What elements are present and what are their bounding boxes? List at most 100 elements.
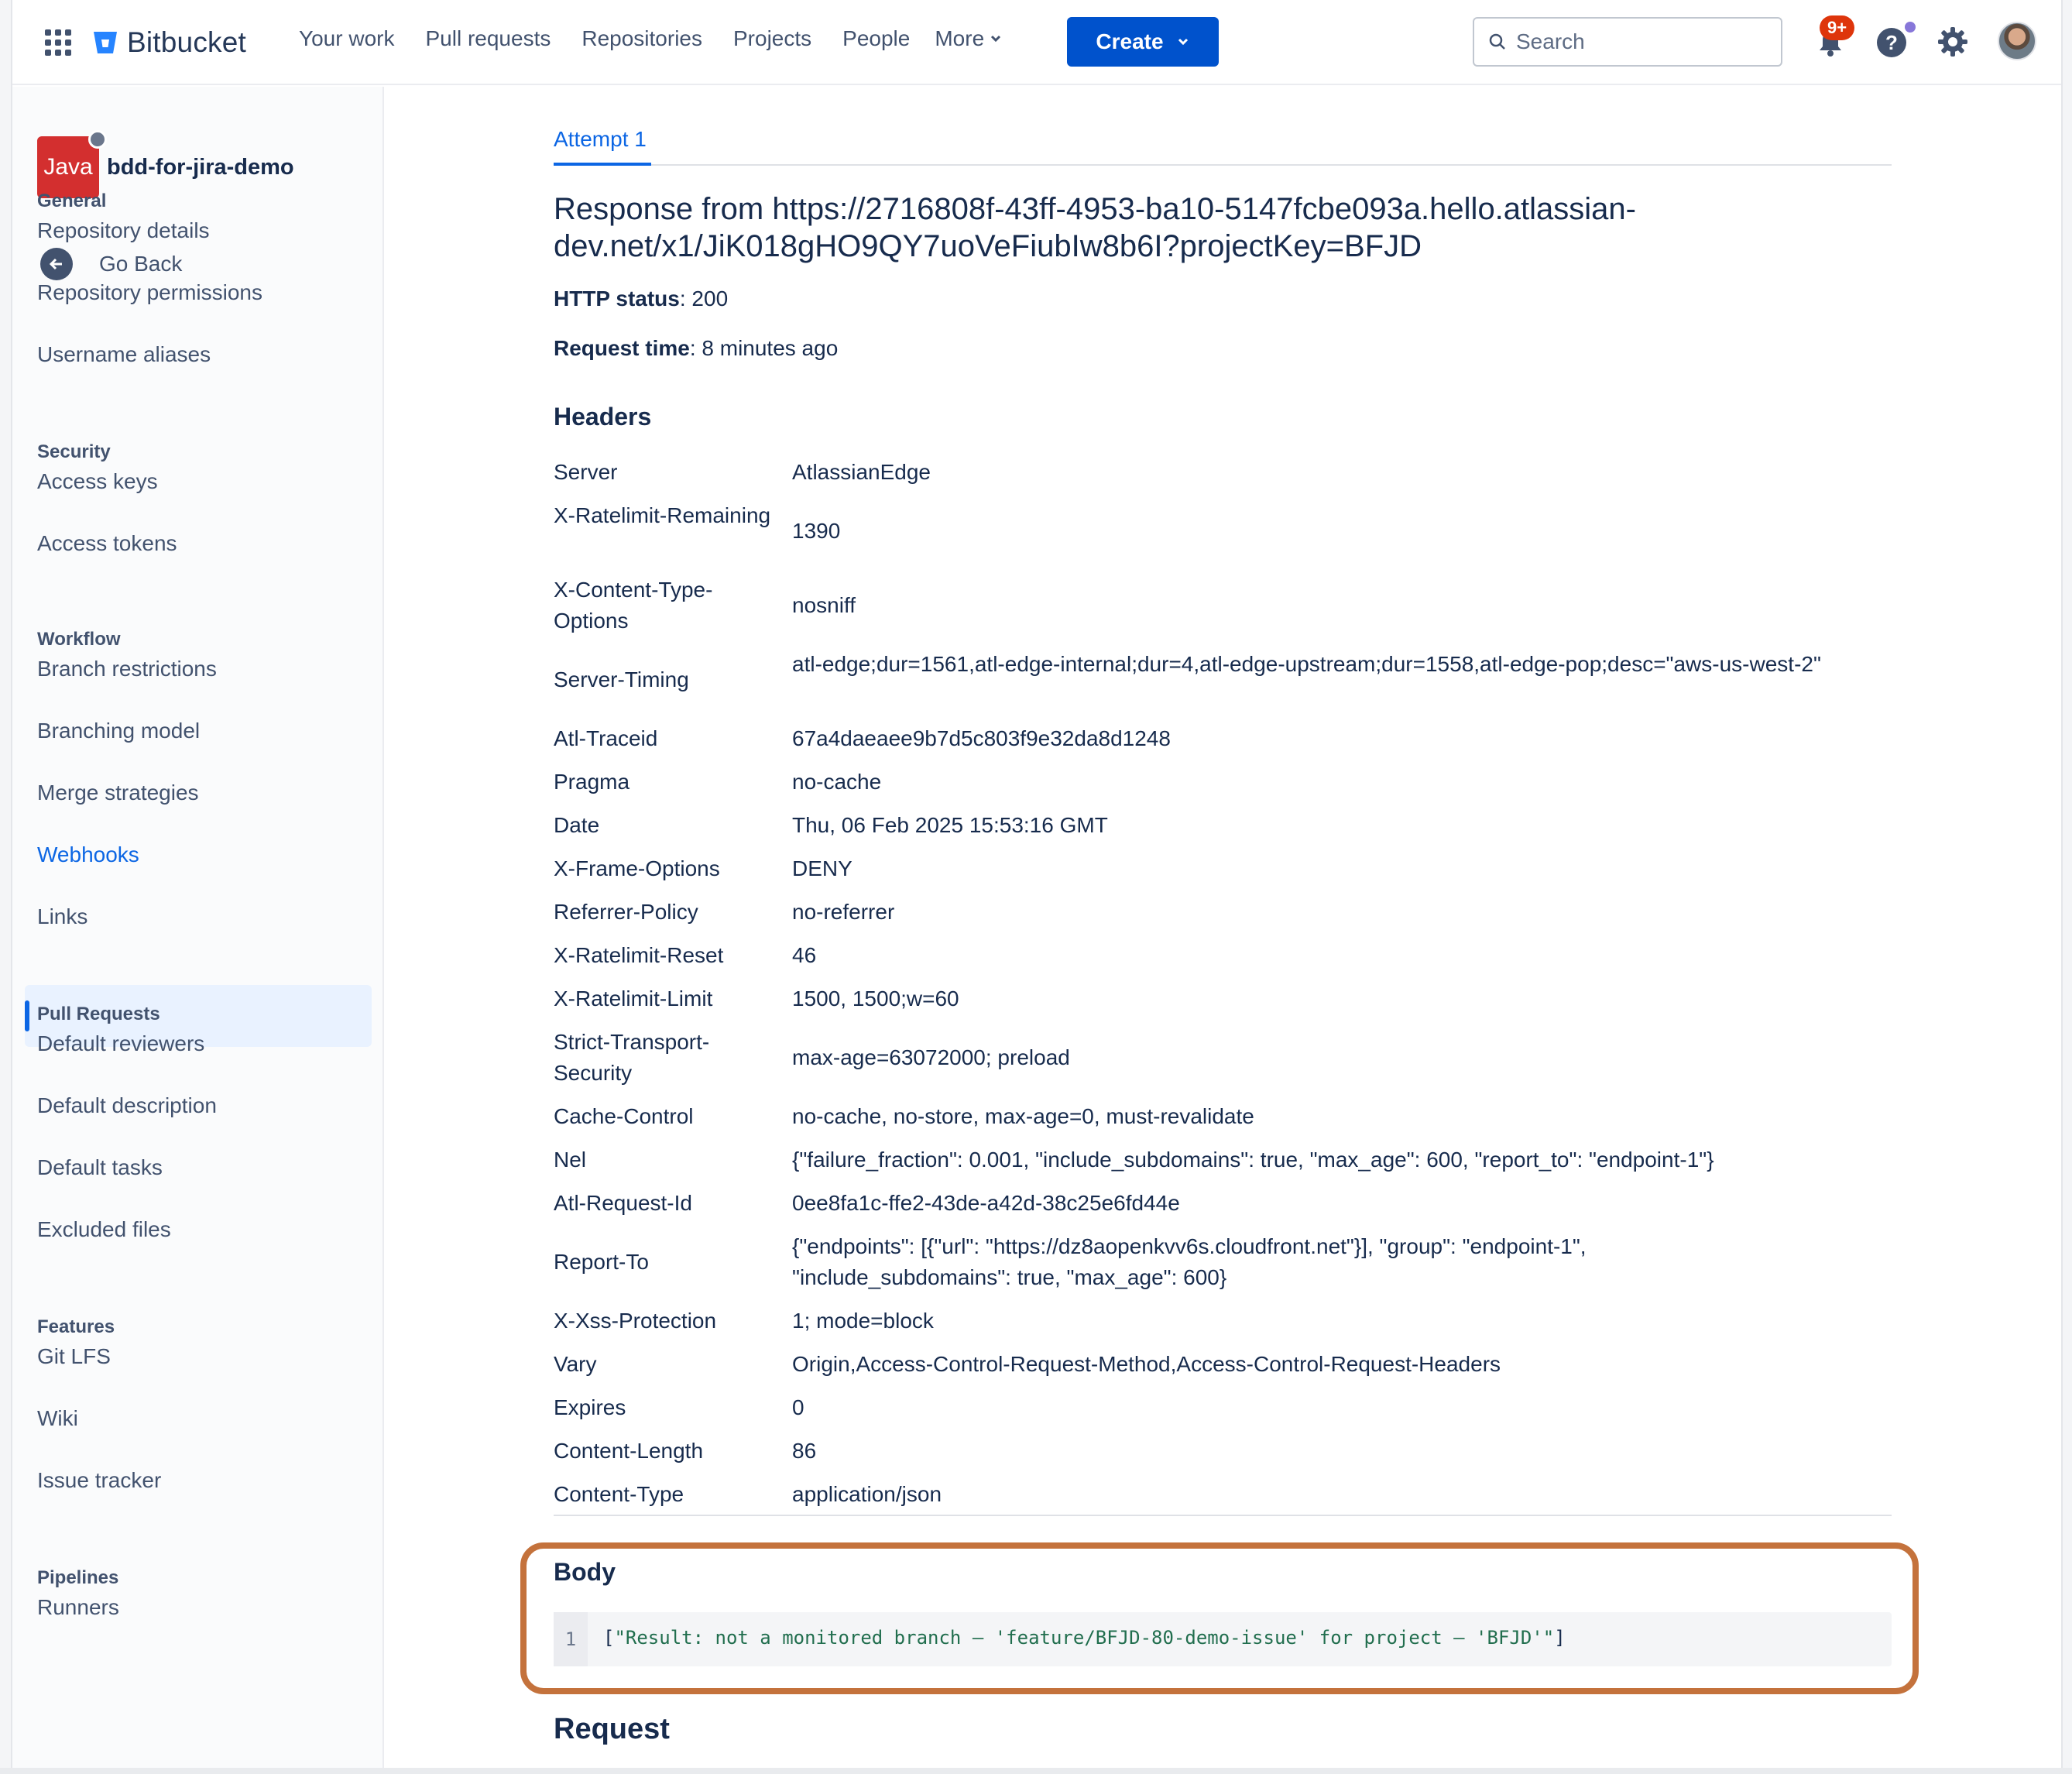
header-key: Atl-Traceid: [554, 726, 658, 750]
code-line: ["Result: not a monitored branch – 'feat…: [603, 1627, 1566, 1649]
sidebar-active-indicator: [25, 1000, 29, 1031]
header-key: Expires: [554, 1395, 626, 1419]
request-title: Request: [554, 1713, 670, 1745]
headers-divider: [554, 1515, 1892, 1516]
nav-repositories[interactable]: Repositories: [581, 26, 702, 51]
sidebar-item-default-description[interactable]: Default description: [37, 1093, 217, 1118]
repo-name: bdd-for-jira-demo: [107, 154, 294, 180]
header-key: Vary: [554, 1352, 597, 1376]
sidebar-item-repository-permissions[interactable]: Repository permissions: [37, 280, 262, 305]
http-status-value: : 200: [679, 287, 729, 311]
create-button[interactable]: Create: [1067, 17, 1219, 67]
header-value: atl-edge;dur=1561,atl-edge-internal;dur=…: [792, 652, 1821, 676]
header-value: AtlassianEdge: [792, 460, 931, 484]
header-key: X-Content-Type-Options: [554, 578, 713, 633]
header-key: X-Xss-Protection: [554, 1309, 717, 1333]
sidebar-item-webhooks[interactable]: Webhooks: [37, 842, 139, 867]
header-value: 1; mode=block: [792, 1309, 934, 1333]
header-key: X-Ratelimit-Remaining: [554, 503, 771, 527]
http-status: HTTP status: 200: [554, 287, 728, 311]
header-value: application/json: [792, 1482, 942, 1506]
create-button-label: Create: [1096, 29, 1164, 53]
sidebar-item-excluded-files[interactable]: Excluded files: [37, 1217, 171, 1242]
nav-projects[interactable]: Projects: [733, 26, 811, 51]
sidebar-item-links[interactable]: Links: [37, 904, 87, 929]
header-key: Report-To: [554, 1250, 649, 1274]
section-title-features: Features: [37, 1316, 115, 1337]
settings-gear-icon[interactable]: [1936, 25, 1970, 59]
header-value: max-age=63072000; preload: [792, 1045, 1070, 1069]
nav-pull-requests[interactable]: Pull requests: [425, 26, 551, 51]
header-key: Nel: [554, 1148, 587, 1172]
section-title-general: General: [37, 190, 107, 211]
bitbucket-logo-icon: [94, 32, 117, 53]
code-bracket-open: [: [603, 1627, 615, 1649]
header-value: 0: [792, 1395, 804, 1419]
code-bracket-close: ]: [1554, 1627, 1566, 1649]
top-navigation: Bitbucket Your work Pull requests Reposi…: [12, 0, 2061, 85]
header-key: X-Ratelimit-Limit: [554, 987, 713, 1011]
go-back-label: Go Back: [99, 252, 183, 276]
response-title-line-2: dev.net/x1/JiK018gHO9QY7uoVeFiubIw8b6I?p…: [554, 229, 1422, 263]
header-value: 46: [792, 943, 817, 967]
header-value: Origin,Access-Control-Request-Method,Acc…: [792, 1352, 1501, 1376]
nav-more-label: More: [935, 26, 985, 50]
sidebar-item-repository-details[interactable]: Repository details: [37, 218, 210, 243]
header-key: Pragma: [554, 770, 630, 794]
chevron-down-icon: [1178, 38, 1188, 46]
webhook-request-detail: Attempt 1 Response from https://2716808f…: [386, 87, 2061, 1774]
window-frame-left: [0, 0, 12, 1774]
line-number: 1: [554, 1612, 588, 1666]
response-title: Response from https://2716808f-43ff-4953…: [554, 190, 1715, 265]
header-value: 0ee8fa1c-ffe2-43de-a42d-38c25e6fd44e: [792, 1191, 1180, 1215]
tab-attempt-1[interactable]: Attempt 1: [554, 127, 647, 152]
header-key: X-Frame-Options: [554, 856, 720, 880]
header-value: no-referrer: [792, 900, 895, 924]
bitbucket-logo[interactable]: Bitbucket: [91, 23, 246, 62]
sidebar-item-branching-model[interactable]: Branching model: [37, 719, 200, 743]
app-switcher-icon[interactable]: [45, 29, 71, 56]
sidebar-item-branch-restrictions[interactable]: Branch restrictions: [37, 657, 217, 681]
sidebar-item-access-tokens[interactable]: Access tokens: [37, 531, 177, 556]
request-time-value: : 8 minutes ago: [689, 336, 839, 360]
header-key: Cache-Control: [554, 1104, 694, 1128]
chevron-down-icon: [991, 35, 1001, 43]
repository-header[interactable]: Java bdd-for-jira-demo: [37, 130, 294, 198]
sidebar-item-merge-strategies[interactable]: Merge strategies: [37, 781, 199, 805]
sidebar-item-issue-tracker[interactable]: Issue tracker: [37, 1468, 161, 1493]
header-key: Content-Type: [554, 1482, 684, 1506]
header-key: Atl-Request-Id: [554, 1191, 692, 1215]
headers-title: Headers: [554, 403, 652, 431]
nav-your-work[interactable]: Your work: [299, 26, 394, 51]
nav-people[interactable]: People: [842, 26, 910, 51]
go-back-button[interactable]: Go Back: [40, 248, 182, 280]
help-icon[interactable]: ?: [1875, 26, 1908, 59]
sidebar-item-git-lfs[interactable]: Git LFS: [37, 1344, 111, 1369]
sidebar-item-wiki[interactable]: Wiki: [37, 1406, 78, 1431]
svg-text:?: ?: [1885, 31, 1898, 54]
settings-sidebar: Java bdd-for-jira-demo Go Back General R…: [12, 87, 384, 1774]
brand-name: Bitbucket: [127, 26, 246, 58]
nav-more-dropdown[interactable]: More: [935, 26, 1003, 51]
sidebar-item-default-reviewers[interactable]: Default reviewers: [37, 1031, 204, 1056]
header-value: Thu, 06 Feb 2025 15:53:16 GMT: [792, 813, 1108, 837]
search-input[interactable]: Search: [1473, 17, 1782, 67]
header-key: Server-Timing: [554, 667, 689, 691]
sidebar-item-runners[interactable]: Runners: [37, 1595, 119, 1620]
help-notification-dot: [1905, 22, 1916, 33]
window-frame-right: [2061, 0, 2072, 1774]
response-body-code[interactable]: 1 ["Result: not a monitored branch – 'fe…: [554, 1612, 1892, 1666]
response-title-line-1: Response from https://2716808f-43ff-4953…: [554, 192, 1636, 226]
header-value: {"endpoints": [{"url": "https://dz8aopen…: [792, 1234, 1587, 1289]
header-value: 86: [792, 1439, 817, 1463]
user-avatar[interactable]: [1998, 22, 2036, 60]
sidebar-item-username-aliases[interactable]: Username aliases: [37, 342, 211, 367]
tab-divider: [554, 164, 1892, 166]
header-value: 67a4daeaee9b7d5c803f9e32da8d1248: [792, 726, 1171, 750]
header-value: nosniff: [792, 593, 856, 617]
sidebar-item-access-keys[interactable]: Access keys: [37, 469, 158, 494]
search-placeholder: Search: [1516, 29, 1585, 53]
sidebar-item-default-tasks[interactable]: Default tasks: [37, 1155, 163, 1180]
tab-active-underline: [554, 163, 651, 166]
repo-avatar-text: Java: [43, 154, 93, 180]
